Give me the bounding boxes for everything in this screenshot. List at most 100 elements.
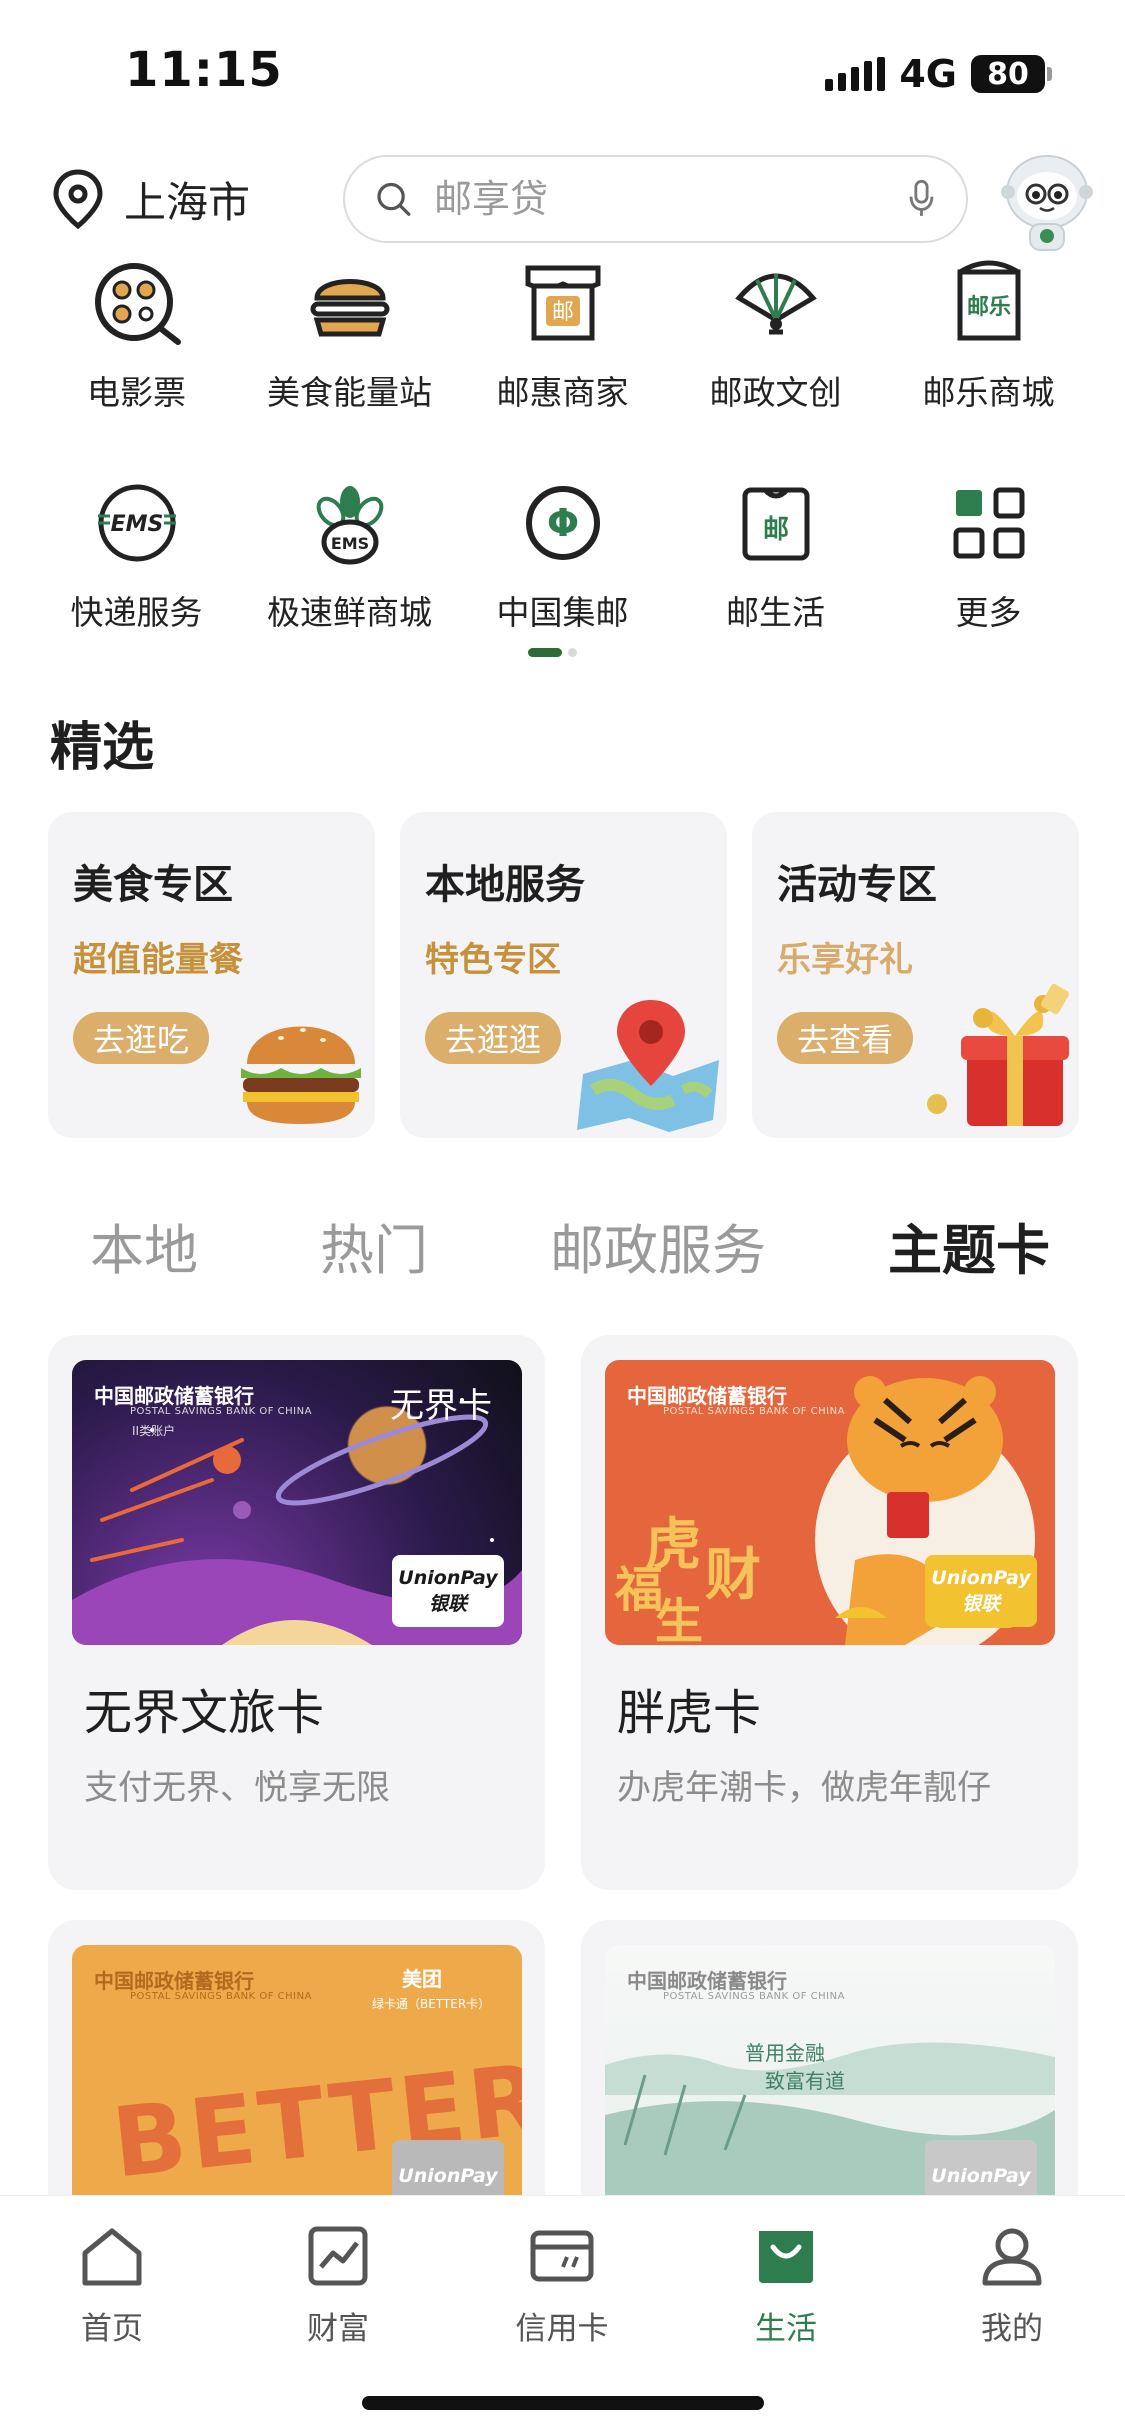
card-partner: 美团 xyxy=(402,1967,442,1991)
service-movie-tickets[interactable]: 电影票 xyxy=(30,258,243,476)
service-label: 邮生活 xyxy=(726,593,825,632)
featured-button[interactable]: 去查看 xyxy=(777,1012,914,1064)
card-bank-en: POSTAL SAVINGS BANK OF CHINA xyxy=(130,1406,312,1417)
home-icon xyxy=(82,2228,142,2286)
tab-theme-cards[interactable]: 主题卡 xyxy=(888,1206,1050,1285)
postal-shop-icon: 邮 xyxy=(525,265,600,341)
profile-icon xyxy=(982,2228,1042,2286)
featured-button[interactable]: 去逛逛 xyxy=(425,1012,562,1064)
featured-title: 美食专区 xyxy=(73,862,233,908)
category-tabs: 本地 热门 邮政服务 主题卡 xyxy=(0,1200,1125,1290)
service-label: 极速鲜商城 xyxy=(267,593,432,632)
card-motto-2: 致富有道 xyxy=(765,2069,845,2093)
microphone-icon[interactable] xyxy=(907,174,936,224)
featured-title: 活动专区 xyxy=(777,862,937,908)
svg-text:Φ: Φ xyxy=(546,501,578,545)
nav-profile[interactable]: 我的 xyxy=(932,2221,1092,2348)
nav-label: 信用卡 xyxy=(515,2311,609,2347)
services-page-indicator xyxy=(528,648,577,657)
service-label: 电影票 xyxy=(87,373,186,412)
service-postal-merchants[interactable]: 邮 邮惠商家 xyxy=(456,258,669,476)
theme-card[interactable]: 中国邮政储蓄银行 POSTAL SAVINGS BANK OF CHINA 虎 … xyxy=(581,1335,1078,1890)
map-pin-illustration xyxy=(577,1000,719,1132)
service-philately[interactable]: Φ 中国集邮 xyxy=(456,476,669,694)
theme-card[interactable]: 中国邮政储蓄银行 POSTAL SAVINGS BANK OF CHINA II… xyxy=(48,1335,545,1890)
card-name: 无界卡 xyxy=(390,1386,492,1426)
more-grid-icon xyxy=(953,487,1024,559)
card-image-better: 中国邮政储蓄银行 POSTAL SAVINGS BANK OF CHINA 美团… xyxy=(72,1945,522,2230)
featured-subtitle: 特色专区 xyxy=(425,940,561,980)
service-more[interactable]: 更多 xyxy=(882,476,1095,694)
tab-local[interactable]: 本地 xyxy=(90,1206,198,1285)
philately-icon: Φ xyxy=(525,486,600,560)
network-type: 4G xyxy=(899,52,957,96)
nav-life[interactable]: 生活 xyxy=(706,2221,866,2348)
tab-popular[interactable]: 热门 xyxy=(320,1206,428,1285)
card-bank-name: 中国邮政储蓄银行 xyxy=(627,1969,787,1993)
unionpay-logo: UnionPay 银联 xyxy=(392,1555,504,1627)
status-indicators: 4G 80 xyxy=(825,52,1052,96)
card-slogan-grow: 生 xyxy=(655,1594,704,1645)
svg-text:邮乐: 邮乐 xyxy=(966,295,1010,320)
nav-label: 首页 xyxy=(81,2311,143,2347)
featured-subtitle: 超值能量餐 xyxy=(73,940,243,980)
nav-label: 我的 xyxy=(981,2311,1043,2347)
card-bank-en: POSTAL SAVINGS BANK OF CHINA xyxy=(130,1991,312,2002)
service-label: 邮政文创 xyxy=(709,373,842,412)
card-image-landscape: 中国邮政储蓄银行 POSTAL SAVINGS BANK OF CHINA 普用… xyxy=(605,1945,1055,2230)
nav-home[interactable]: 首页 xyxy=(32,2221,192,2348)
card-image-tiger: 中国邮政储蓄银行 POSTAL SAVINGS BANK OF CHINA 虎 … xyxy=(605,1360,1055,1645)
services-grid: 电影票 美食能量站 邮 邮惠商家 邮政文创 邮乐 邮乐商城 EMS 快递服务 E… xyxy=(0,258,1125,694)
service-label: 邮乐商城 xyxy=(922,373,1055,412)
svg-text:EMS: EMS xyxy=(110,512,163,537)
service-fresh-mall[interactable]: EMS 极速鲜商城 xyxy=(243,476,456,694)
service-label: 邮惠商家 xyxy=(496,373,629,412)
robot-assistant-avatar[interactable] xyxy=(992,146,1102,256)
card-subtitle: 支付无界、悦享无限 xyxy=(84,1768,390,1808)
burger-icon xyxy=(310,279,389,337)
card-title: 无界文旅卡 xyxy=(84,1685,325,1741)
card-slogan-wealth: 财 xyxy=(705,1543,761,1608)
status-time: 11:15 xyxy=(125,42,283,98)
header: 上海市 xyxy=(0,150,1125,260)
service-postal-life[interactable]: 邮 邮生活 xyxy=(669,476,882,694)
featured-local-services[interactable]: 本地服务 特色专区 去逛逛 xyxy=(400,812,727,1138)
gift-box-illustration xyxy=(927,983,1070,1126)
card-subtitle: 办虎年潮卡，做虎年靓仔 xyxy=(617,1768,991,1808)
fan-icon xyxy=(734,273,817,335)
card-bank-name: 中国邮政储蓄银行 xyxy=(94,1384,254,1408)
cellular-signal-icon xyxy=(825,57,886,91)
search-icon xyxy=(377,182,411,216)
service-express[interactable]: EMS 快递服务 xyxy=(30,476,243,694)
service-label: 快递服务 xyxy=(70,593,203,632)
battery-level: 80 xyxy=(987,56,1029,92)
tab-postal-services[interactable]: 邮政服务 xyxy=(550,1206,766,1285)
svg-text:邮: 邮 xyxy=(551,300,573,325)
featured-button[interactable]: 去逛吃 xyxy=(73,1012,210,1064)
featured-food-zone[interactable]: 美食专区 超值能量餐 去逛吃 xyxy=(48,812,375,1138)
search-bar[interactable] xyxy=(343,155,968,243)
postal-life-bag-icon: 邮 xyxy=(742,487,809,561)
service-postal-creative[interactable]: 邮政文创 xyxy=(669,258,882,476)
burger-illustration xyxy=(241,1026,361,1124)
service-youle-mall[interactable]: 邮乐 邮乐商城 xyxy=(882,258,1095,476)
card-bank-name: 中国邮政储蓄银行 xyxy=(94,1969,254,1993)
wealth-chart-icon xyxy=(308,2226,368,2286)
service-food-station[interactable]: 美食能量站 xyxy=(243,258,456,476)
credit-card-icon xyxy=(530,2230,594,2282)
page-dot-active xyxy=(528,648,562,657)
featured-events[interactable]: 活动专区 乐享好礼 去查看 xyxy=(752,812,1079,1138)
search-input[interactable] xyxy=(434,177,908,221)
ems-icon: EMS xyxy=(97,484,176,562)
shopping-bag-icon xyxy=(759,2231,813,2283)
featured-title: 精选 xyxy=(50,718,155,778)
nav-label: 生活 xyxy=(755,2311,817,2347)
card-motto-1: 普用金融 xyxy=(745,2041,825,2065)
featured-title: 本地服务 xyxy=(425,862,585,908)
location-selector[interactable]: 上海市 xyxy=(50,168,250,230)
nav-credit-card[interactable]: 信用卡 xyxy=(482,2221,642,2348)
card-bank-en: POSTAL SAVINGS BANK OF CHINA xyxy=(663,1991,845,2002)
film-reel-icon xyxy=(94,263,181,345)
home-indicator[interactable] xyxy=(362,2396,764,2410)
nav-wealth[interactable]: 财富 xyxy=(258,2221,418,2348)
